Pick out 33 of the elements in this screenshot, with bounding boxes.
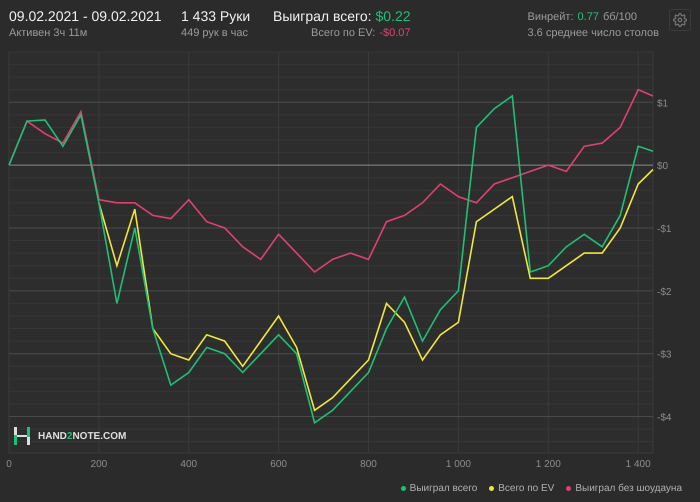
y-tick-label: -$4 [657, 412, 672, 424]
x-tick-label: 0 [6, 459, 12, 470]
logo-text: HAND2NOTE.COM [38, 430, 126, 444]
x-tick-label: 1 200 [536, 459, 561, 470]
x-tick-label: 400 [180, 459, 198, 470]
y-tick-label: -$2 [657, 286, 672, 298]
y-tick-label: $1 [657, 98, 668, 110]
y-tick-label: -$3 [657, 350, 672, 361]
x-tick-label: 200 [90, 459, 108, 470]
hands-per-hour: 449 рук в час [181, 26, 250, 41]
won-total-label: Выиграл всего: [273, 7, 372, 25]
active-time: Активен 3ч 11м [9, 26, 88, 41]
legend-label: Выиграл всего [410, 482, 478, 496]
settings-icon [673, 13, 687, 27]
settings-button[interactable] [669, 9, 691, 31]
winrate-value: 0.77 [578, 10, 599, 25]
y-tick-label: -$1 [657, 224, 672, 235]
winrate-unit: бб/100 [602, 10, 637, 25]
y-tick-label: $0 [657, 161, 668, 172]
x-tick-label: 800 [360, 459, 377, 470]
date-range: 09.02.2021 - 09.02.2021 [9, 7, 163, 25]
average-tables: 3.6 среднее число столов [527, 25, 659, 41]
ev-total-label: Всего по EV: [310, 26, 376, 41]
ev-total-value: -$0.07 [379, 26, 411, 41]
logo-icon [14, 427, 30, 445]
x-tick-label: 1 400 [626, 459, 651, 470]
x-tick-label: 1 000 [446, 459, 471, 470]
x-tick-label: 600 [270, 459, 287, 470]
winrate-label: Винрейт: [527, 10, 574, 25]
hands-count: 1 433 Руки [181, 7, 252, 25]
legend-label: Выиграл без шоудауна [575, 482, 682, 496]
legend-label: Всего по EV [498, 482, 554, 496]
won-total-value: $0.22 [376, 7, 411, 25]
